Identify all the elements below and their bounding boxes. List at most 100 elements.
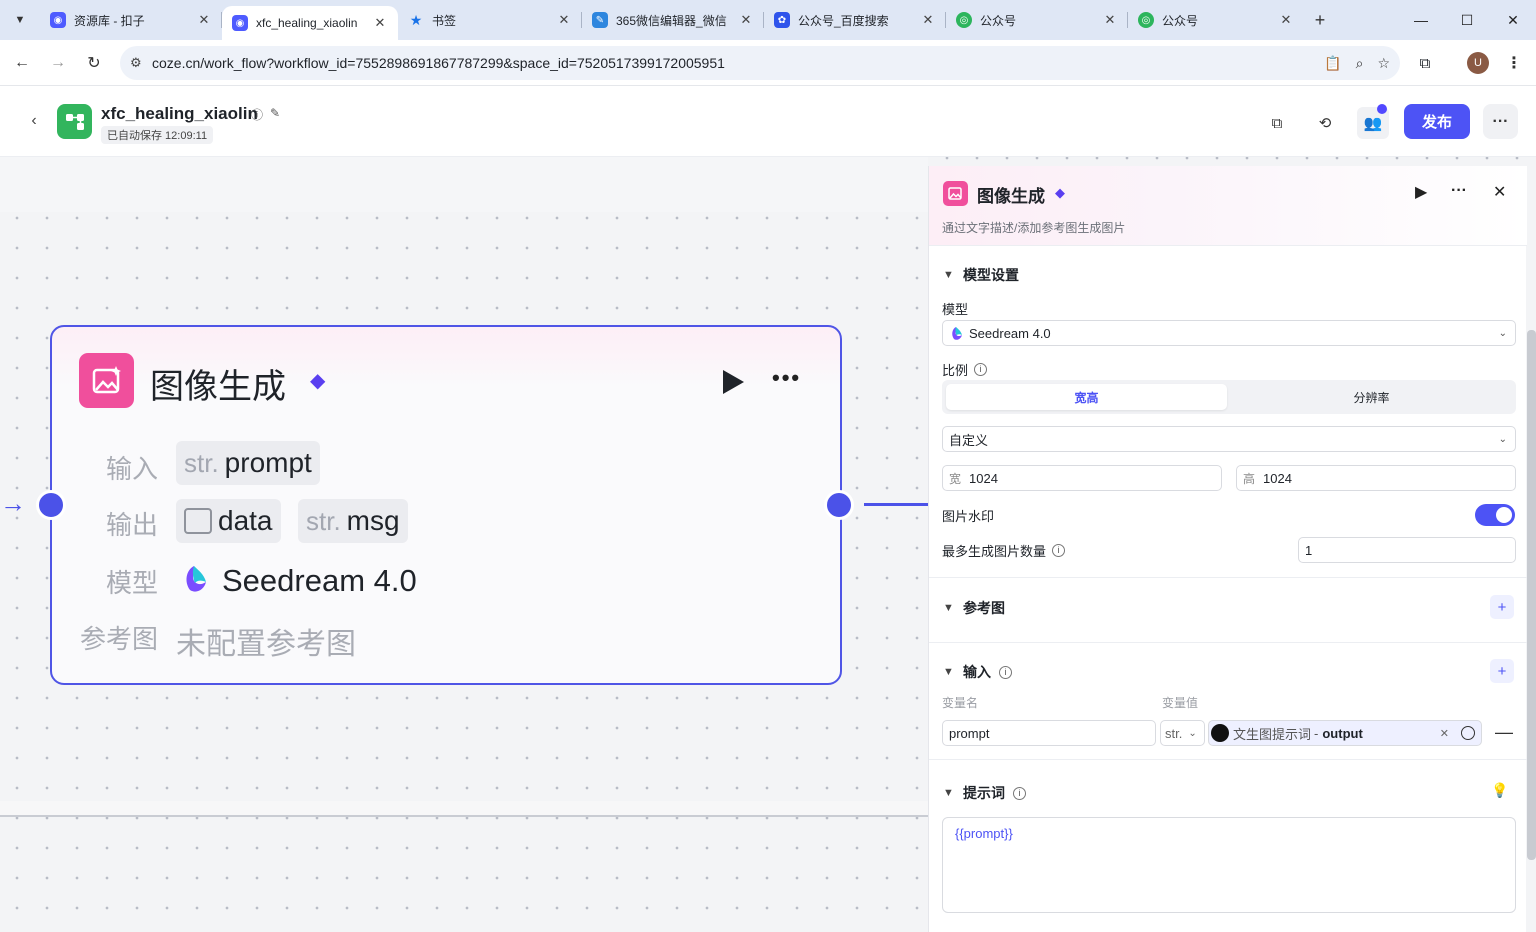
clear-icon[interactable]: ✕: [1440, 727, 1449, 740]
close-icon[interactable]: ✕: [196, 12, 212, 28]
info-icon[interactable]: i: [1052, 544, 1066, 557]
image-generation-node[interactable]: 图像生成 ◆ ••• 输入 str. prompt 输出 data str. m…: [36, 325, 854, 685]
section-reference-image[interactable]: ▼ 参考图: [943, 598, 1005, 618]
close-icon[interactable]: ✕: [1102, 12, 1118, 28]
watermark-toggle[interactable]: [1475, 504, 1515, 526]
section-model-settings[interactable]: ▼ 模型设置: [943, 265, 1019, 285]
profile-avatar[interactable]: U: [1467, 52, 1489, 74]
outgoing-edge[interactable]: [864, 503, 928, 506]
ratio-select[interactable]: 自定义 ⌄: [942, 426, 1516, 452]
chevron-down-icon: ▼: [14, 14, 26, 26]
collaborators-button[interactable]: 👥: [1357, 104, 1389, 139]
variable-type-select[interactable]: str. ⌄: [1160, 720, 1205, 746]
wechat-favicon-icon: ◎: [1138, 12, 1154, 28]
output-port[interactable]: [824, 490, 854, 520]
back-button[interactable]: ←: [4, 45, 40, 81]
site-settings-icon[interactable]: ⚙: [130, 55, 152, 71]
tab-title: 公众号_百度搜索: [798, 13, 889, 28]
run-button[interactable]: ▶: [1415, 182, 1427, 202]
info-icon[interactable]: ⓘ: [251, 106, 263, 123]
seg-width-height[interactable]: 宽高: [946, 384, 1227, 410]
close-icon[interactable]: ✕: [920, 12, 936, 28]
node-output-label: 输出: [106, 510, 159, 540]
target-icon[interactable]: [1461, 726, 1475, 740]
publish-button[interactable]: 发布: [1404, 104, 1470, 139]
input-variable-tag: str. prompt: [176, 441, 320, 485]
height-input[interactable]: 高 1024: [1236, 465, 1516, 491]
max-images-input[interactable]: 1: [1298, 537, 1516, 563]
max-images-label: 最多生成图片数量 i: [942, 541, 1066, 560]
ratio-mode-segmented: 宽高 分辨率: [942, 380, 1516, 414]
address-bar-row: ← → ↻ ⚙ coze.cn/work_flow?workflow_id=75…: [0, 40, 1536, 86]
minimize-button[interactable]: —: [1398, 0, 1444, 40]
extensions-puzzle-icon[interactable]: ⧉: [1412, 46, 1438, 80]
type-label: str.: [184, 447, 219, 478]
width-input[interactable]: 宽 1024: [942, 465, 1222, 491]
node-ref-value: 未配置参考图: [176, 628, 356, 661]
bookmark-star-icon[interactable]: ☆: [1377, 55, 1390, 72]
forward-button[interactable]: →: [40, 45, 76, 81]
close-panel-button[interactable]: ✕: [1493, 182, 1506, 202]
more-icon[interactable]: ···: [1451, 182, 1467, 200]
browser-tab[interactable]: ◎ 公众号 ✕: [946, 0, 1128, 40]
arrow-right-icon: →: [50, 53, 66, 71]
section-prompt[interactable]: ▼ 提示词 i: [943, 783, 1026, 803]
remove-variable-button[interactable]: —: [1495, 722, 1513, 743]
image-generate-icon: [79, 353, 134, 408]
browser-menu-icon[interactable]: ⋮: [1504, 52, 1524, 74]
chevron-down-icon: ▼: [943, 666, 954, 678]
image-generate-icon: [943, 181, 968, 206]
clipboard-icon[interactable]: 📋: [1324, 55, 1341, 72]
node-more-icon[interactable]: •••: [772, 365, 801, 391]
seg-resolution[interactable]: 分辨率: [1231, 384, 1512, 410]
browser-tab-active[interactable]: ◉ xfc_healing_xiaolin ✕: [222, 6, 398, 40]
close-icon[interactable]: ✕: [556, 12, 572, 28]
run-node-button[interactable]: [718, 367, 748, 397]
prompt-textarea[interactable]: {{prompt}}: [942, 817, 1516, 913]
zoom-icon[interactable]: ⌕: [1356, 55, 1364, 72]
edit-icon[interactable]: ✎: [270, 106, 280, 120]
section-input[interactable]: ▼ 输入 i: [943, 662, 1012, 682]
info-icon[interactable]: i: [974, 363, 988, 376]
variable-reference-chip[interactable]: 文生图提示词 - output ✕: [1208, 720, 1482, 746]
maximize-button[interactable]: ☐: [1444, 0, 1490, 40]
tab-search-button[interactable]: ▼: [0, 0, 40, 40]
url-field[interactable]: ⚙ coze.cn/work_flow?workflow_id=75528986…: [120, 46, 1400, 80]
variable-name-input[interactable]: prompt: [942, 720, 1156, 746]
copy-icon[interactable]: ⧉: [1261, 107, 1293, 139]
browser-tab[interactable]: ★ 书签 ✕: [398, 0, 582, 40]
ratio-label: 比例 i: [942, 360, 988, 379]
back-chevron-icon[interactable]: ‹: [24, 109, 44, 133]
browser-tab[interactable]: ✎ 365微信编辑器_微信 ✕: [582, 0, 764, 40]
baidu-paw-icon: ✿: [774, 12, 790, 28]
reload-button[interactable]: ↻: [76, 45, 112, 81]
minimize-icon: —: [1414, 12, 1428, 28]
new-tab-button[interactable]: +: [1304, 4, 1336, 36]
node-ref-label: 参考图: [80, 624, 159, 654]
tab-title: 资源库 - 扣子: [74, 13, 145, 28]
close-icon[interactable]: ✕: [372, 15, 388, 31]
add-input-button[interactable]: +: [1490, 659, 1514, 683]
history-icon[interactable]: ⟲: [1309, 107, 1341, 139]
add-reference-button[interactable]: +: [1490, 595, 1514, 619]
lightbulb-icon[interactable]: 💡: [1491, 782, 1508, 799]
browser-tab[interactable]: ◎ 公众号 ✕: [1128, 0, 1304, 40]
browser-tab[interactable]: ✿ 公众号_百度搜索 ✕: [764, 0, 946, 40]
node-config-panel: 图像生成 ◆ ▶ ··· ✕ 通过文字描述/添加参考图生成图片 ▼ 模型设置 模…: [928, 166, 1527, 932]
close-icon[interactable]: ✕: [1278, 12, 1294, 28]
play-icon: [723, 370, 744, 394]
info-icon[interactable]: i: [999, 665, 1012, 679]
plus-icon: +: [1314, 9, 1326, 30]
input-port[interactable]: [36, 490, 66, 520]
type-label: str.: [306, 505, 341, 536]
node-model-label: 模型: [106, 568, 159, 598]
model-select[interactable]: Seedream 4.0 ⌄: [942, 320, 1516, 346]
play-icon: ▶: [1415, 184, 1428, 201]
info-icon[interactable]: i: [1013, 786, 1026, 800]
panel-header: 图像生成 ◆ ▶ ··· ✕ 通过文字描述/添加参考图生成图片: [929, 166, 1527, 246]
browser-tab[interactable]: ◉ 资源库 - 扣子 ✕: [40, 0, 222, 40]
more-options-button[interactable]: ···: [1483, 104, 1518, 139]
canvas-scrollbar[interactable]: [1527, 330, 1536, 860]
close-window-button[interactable]: ✕: [1490, 0, 1536, 40]
close-icon[interactable]: ✕: [738, 12, 754, 28]
